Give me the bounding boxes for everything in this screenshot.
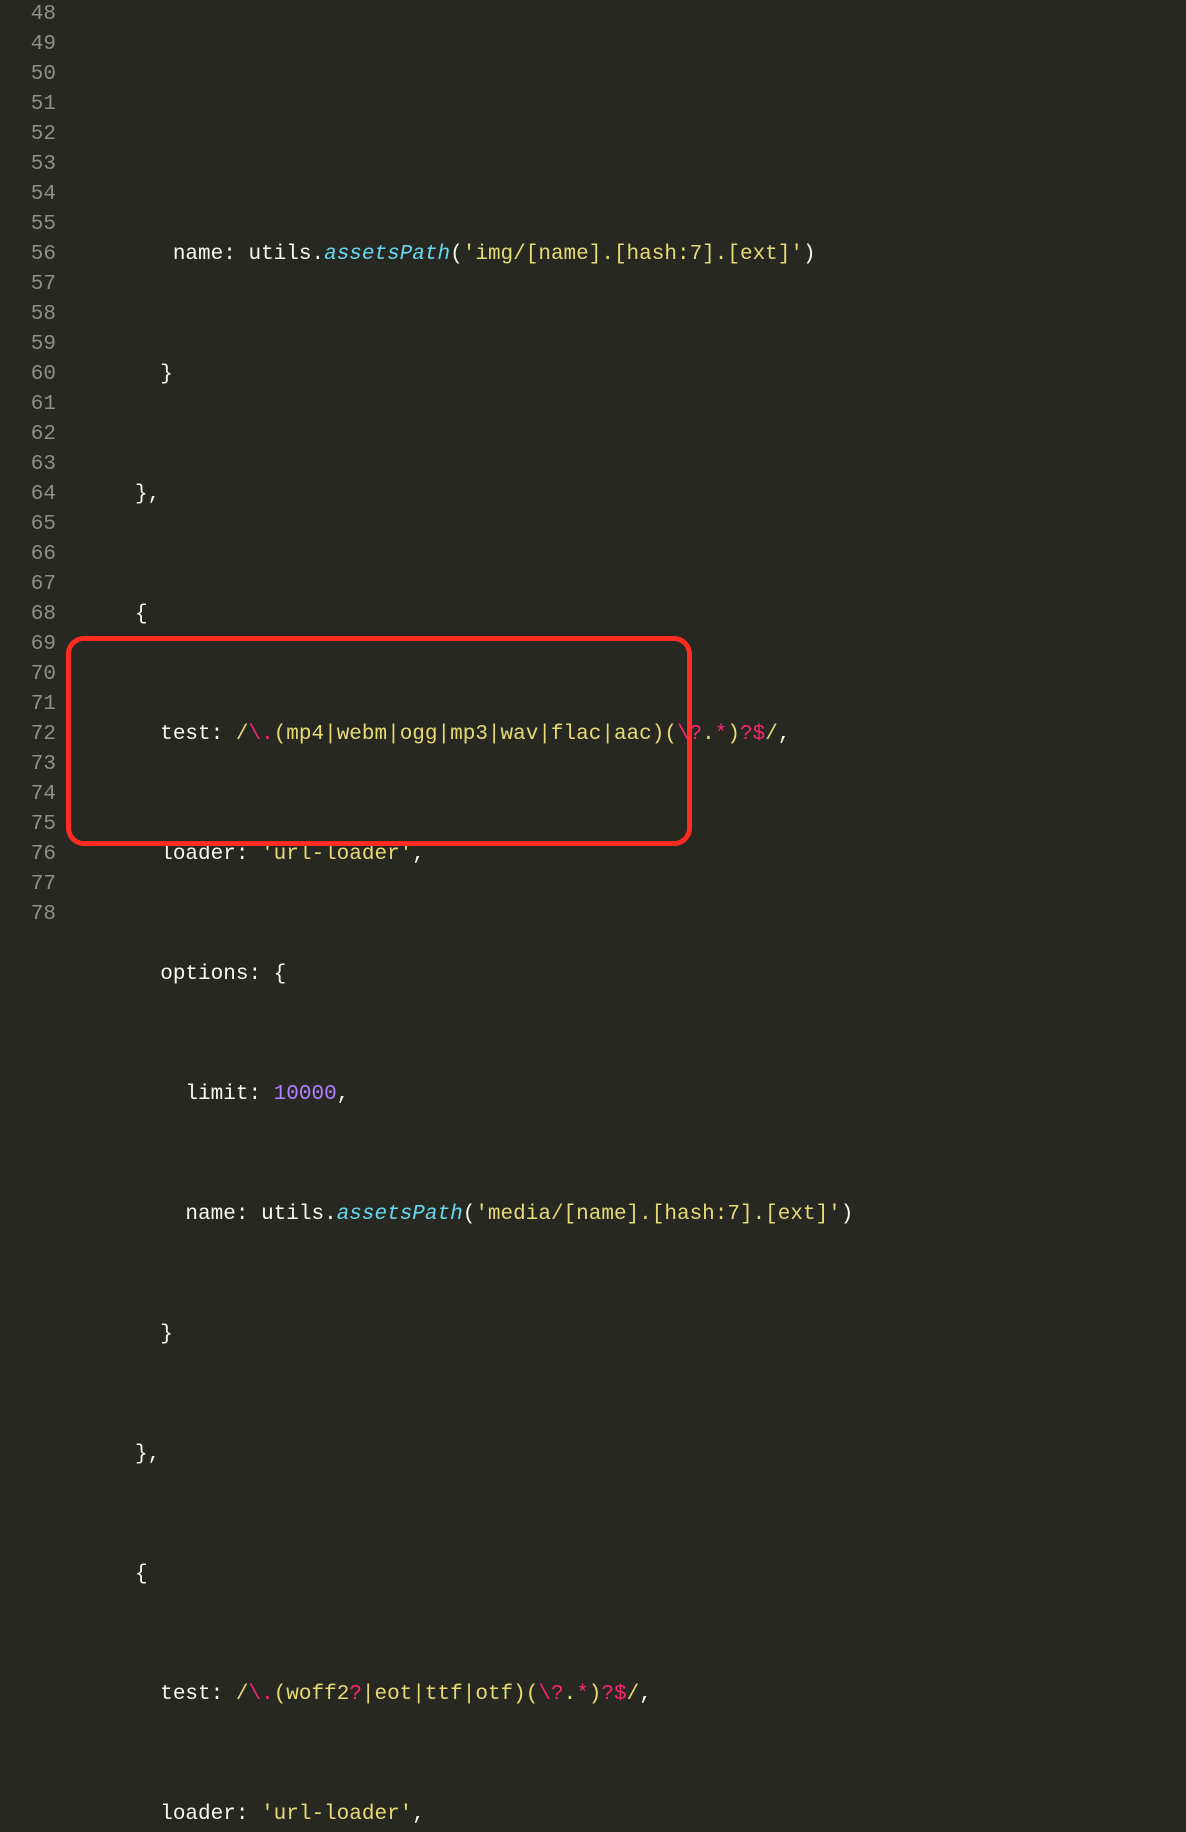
line-number: 48 xyxy=(0,0,56,30)
line-number: 75 xyxy=(0,810,56,840)
code-line: }, xyxy=(72,480,1186,510)
code-line: test: /\.(woff2?|eot|ttf|otf)(\?.*)?$/, xyxy=(72,1680,1186,1710)
line-number: 78 xyxy=(0,900,56,930)
code-line: } xyxy=(72,1320,1186,1350)
code-line: { xyxy=(72,1560,1186,1590)
line-number: 58 xyxy=(0,300,56,330)
line-number: 71 xyxy=(0,690,56,720)
line-number: 53 xyxy=(0,150,56,180)
line-number: 61 xyxy=(0,390,56,420)
line-number: 52 xyxy=(0,120,56,150)
line-number: 63 xyxy=(0,450,56,480)
code-line: test: /\.(mp4|webm|ogg|mp3|wav|flac|aac)… xyxy=(72,720,1186,750)
code-line: { xyxy=(72,600,1186,630)
line-number: 57 xyxy=(0,270,56,300)
line-number: 56 xyxy=(0,240,56,270)
line-number: 64 xyxy=(0,480,56,510)
line-number: 69 xyxy=(0,630,56,660)
line-number: 50 xyxy=(0,60,56,90)
line-number: 67 xyxy=(0,570,56,600)
code-area[interactable]: name: utils.assetsPath('img/[name].[hash… xyxy=(70,0,1186,916)
line-number: 62 xyxy=(0,420,56,450)
line-number: 59 xyxy=(0,330,56,360)
line-number: 72 xyxy=(0,720,56,750)
line-number: 66 xyxy=(0,540,56,570)
code-line: name: utils.assetsPath('img/[name].[hash… xyxy=(72,240,1186,270)
line-number: 77 xyxy=(0,870,56,900)
line-number: 60 xyxy=(0,360,56,390)
line-number: 54 xyxy=(0,180,56,210)
code-line xyxy=(72,120,1186,150)
code-line: loader: 'url-loader', xyxy=(72,840,1186,870)
line-number: 70 xyxy=(0,660,56,690)
gutter: 4849505152535455565758596061626364656667… xyxy=(0,0,70,916)
line-number: 74 xyxy=(0,780,56,810)
code-line: name: utils.assetsPath('media/[name].[ha… xyxy=(72,1200,1186,1230)
line-number: 49 xyxy=(0,30,56,60)
line-number: 68 xyxy=(0,600,56,630)
line-number: 65 xyxy=(0,510,56,540)
line-number: 73 xyxy=(0,750,56,780)
line-number: 76 xyxy=(0,840,56,870)
line-number: 55 xyxy=(0,210,56,240)
code-line: limit: 10000, xyxy=(72,1080,1186,1110)
code-line: options: { xyxy=(72,960,1186,990)
code-line: }, xyxy=(72,1440,1186,1470)
code-line: } xyxy=(72,360,1186,390)
code-line: loader: 'url-loader', xyxy=(72,1800,1186,1830)
line-number: 51 xyxy=(0,90,56,120)
